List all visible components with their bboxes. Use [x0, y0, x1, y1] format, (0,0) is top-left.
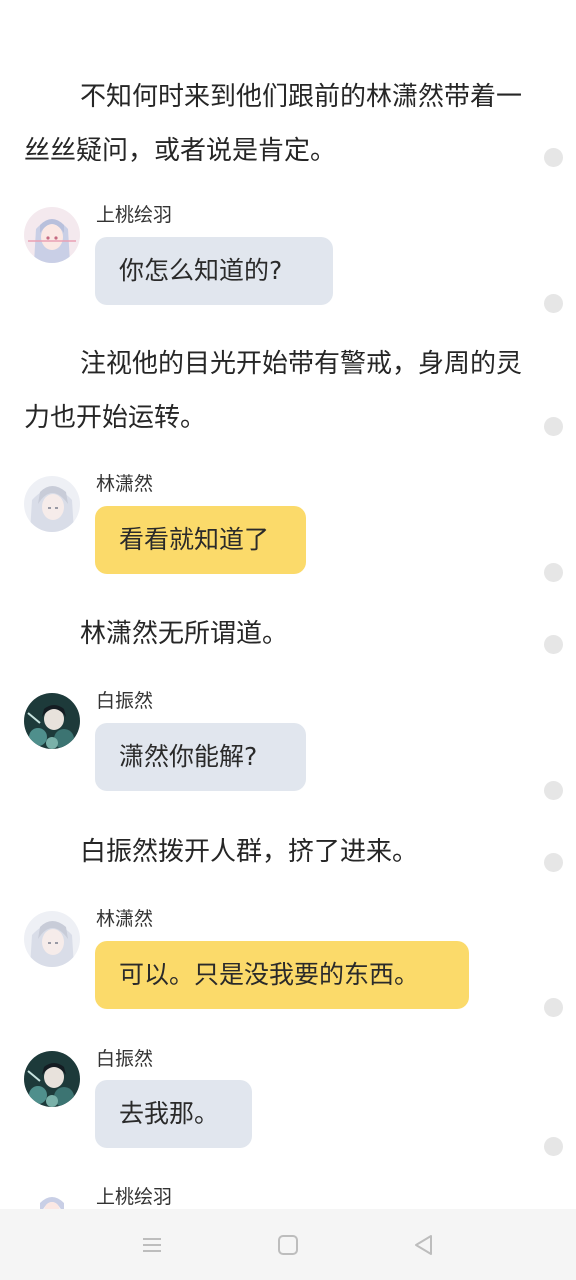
chat-bubble: 潇然你能解?	[95, 723, 306, 791]
comment-dot-icon[interactable]	[544, 853, 563, 872]
comment-dot-icon[interactable]	[544, 417, 563, 436]
avatar-linxiaoran[interactable]	[24, 911, 80, 967]
comment-dot-icon[interactable]	[544, 148, 563, 167]
menu-icon[interactable]	[139, 1232, 165, 1258]
avatar-shangtao[interactable]	[24, 207, 80, 263]
narration-paragraph: 不知何时来到他们跟前的林潇然带着一丝丝疑问，或者说是肯定。	[24, 82, 523, 166]
chat-bubble: 可以。只是没我要的东西。	[95, 941, 469, 1009]
chat-bubble: 看看就知道了	[95, 506, 306, 574]
system-navigation-bar	[0, 1209, 576, 1280]
comment-dot-icon[interactable]	[544, 635, 563, 654]
comment-dot-icon[interactable]	[544, 1137, 563, 1156]
speaker-name: 林潇然	[96, 473, 154, 495]
narration-paragraph: 注视他的目光开始带有警戒，身周的灵力也开始运转。	[24, 349, 523, 433]
speaker-name: 上桃绘羽	[96, 204, 173, 226]
speaker-name: 上桃绘羽	[96, 1186, 173, 1208]
chat-bubble: 你怎么知道的?	[95, 237, 333, 305]
narration-paragraph: 白振然拨开人群，挤了进来。	[80, 837, 419, 867]
home-square-icon[interactable]	[275, 1232, 301, 1258]
comment-dot-icon[interactable]	[544, 781, 563, 800]
comment-dot-icon[interactable]	[544, 563, 563, 582]
comment-dot-icon[interactable]	[544, 998, 563, 1017]
back-triangle-icon[interactable]	[411, 1232, 437, 1258]
speaker-name: 白振然	[96, 1048, 154, 1070]
avatar-baizhenran[interactable]	[24, 693, 80, 749]
avatar-shangtao[interactable]	[24, 1189, 80, 1209]
narration-paragraph: 林潇然无所谓道。	[80, 619, 289, 649]
avatar-linxiaoran[interactable]	[24, 476, 80, 532]
chat-bubble: 去我那。	[95, 1080, 252, 1148]
avatar-baizhenran[interactable]	[24, 1051, 80, 1107]
speaker-name: 白振然	[96, 690, 154, 712]
speaker-name: 林潇然	[96, 908, 154, 930]
comment-dot-icon[interactable]	[544, 294, 563, 313]
